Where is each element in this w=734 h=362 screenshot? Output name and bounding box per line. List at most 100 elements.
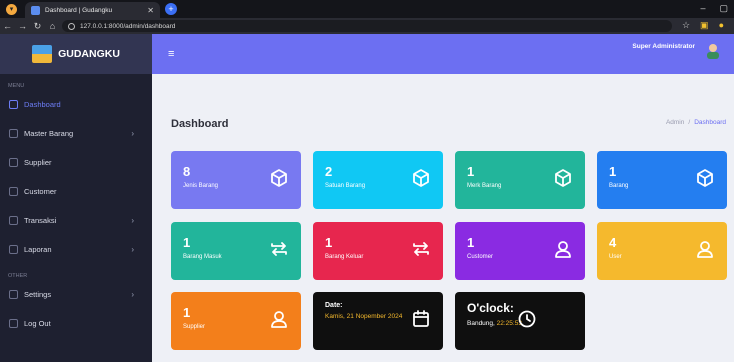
clock-label: O'clock: (467, 301, 514, 315)
user-icon (9, 158, 18, 167)
user-icon (555, 241, 571, 258)
sidebar-item-label: Transaksi (24, 216, 57, 225)
sidebar: GUDANGKU MENU Dashboard Master Barang › … (0, 34, 152, 362)
cube-icon (271, 169, 287, 187)
date-label: Date: (325, 302, 343, 309)
clock-card: O'clock: Bandung, 22:25:53 (455, 292, 585, 350)
browser-profile-icon[interactable]: ▾ (6, 4, 17, 15)
sidebar-item-label: Customer (24, 187, 57, 196)
minimize-icon[interactable]: – (700, 3, 705, 14)
calendar-icon (413, 310, 429, 327)
brand-name: GUDANGKU (58, 48, 120, 60)
sidebar-item-label: Dashboard (24, 100, 61, 109)
report-icon (9, 245, 18, 254)
stat-card-supplier[interactable]: 1 Supplier (171, 292, 301, 350)
address-bar[interactable]: 127.0.0.1:8000/admin/dashboard (62, 20, 672, 32)
stat-label: Supplier (183, 324, 206, 330)
stat-card-barang-masuk[interactable]: 1 Barang Masuk (171, 222, 301, 280)
reload-icon[interactable]: ↻ (30, 21, 45, 32)
browser-tab[interactable]: Dashboard | Gudangku ✕ (25, 2, 160, 18)
user-icon (9, 187, 18, 196)
section-label-other: OTHER (8, 273, 28, 279)
stat-card-merk-barang[interactable]: 1 Merk Barang (455, 151, 585, 209)
swap-icon (9, 216, 18, 225)
sidebar-item-label: Log Out (24, 319, 51, 328)
stat-card-customer[interactable]: 1 Customer (455, 222, 585, 280)
sidebar-item-customer[interactable]: Customer (0, 177, 152, 206)
section-label-menu: MENU (8, 83, 25, 89)
stat-label: Jenis Barang (183, 183, 219, 189)
chevron-right-icon: › (131, 245, 134, 254)
back-icon[interactable]: ← (0, 21, 15, 31)
stat-card-satuan-barang[interactable]: 2 Satuan Barang (313, 151, 443, 209)
stat-card-barang[interactable]: 1 Barang (597, 151, 727, 209)
home-icon (9, 100, 18, 109)
clock-place: Bandung, (467, 320, 497, 327)
page-title: Dashboard (171, 118, 229, 130)
stat-value: 2 (325, 164, 333, 179)
avatar[interactable] (704, 42, 722, 60)
chevron-right-icon: › (131, 129, 134, 138)
sidebar-item-settings[interactable]: Settings › (0, 280, 152, 309)
breadcrumb-admin[interactable]: Admin (666, 119, 684, 126)
browser-chrome: ▾ Dashboard | Gudangku ✕ + – ▢ ← → ↻ ⌂ 1… (0, 0, 734, 34)
cube-icon (413, 169, 429, 187)
tab-strip: ▾ Dashboard | Gudangku ✕ + – ▢ (0, 0, 734, 18)
home-browser-icon[interactable]: ⌂ (45, 21, 60, 31)
clock-location: Bandung, 22:25:53 (467, 320, 522, 327)
gear-icon (9, 290, 18, 299)
sidebar-item-label: Laporan (24, 245, 52, 254)
bookmark-star-icon[interactable]: ☆ (682, 20, 690, 31)
sidebar-item-label: Settings (24, 290, 52, 299)
close-tab-icon[interactable]: ✕ (147, 6, 154, 15)
stat-label: Customer (467, 254, 494, 260)
browser-actions: ☆ ▣ ● (682, 20, 724, 31)
user-icon (697, 241, 713, 258)
account-icon[interactable]: ● (719, 20, 724, 31)
stat-label: Barang (609, 183, 629, 189)
stat-value: 1 (609, 164, 617, 179)
window-controls: – ▢ (700, 3, 728, 14)
stat-card-jenis-barang[interactable]: 8 Jenis Barang (171, 151, 301, 209)
stat-label: Satuan Barang (325, 183, 366, 189)
sidebar-item-master-barang[interactable]: Master Barang › (0, 119, 152, 148)
tab-title: Dashboard | Gudangku (45, 6, 113, 14)
brand[interactable]: GUDANGKU (0, 34, 152, 74)
stat-value: 1 (325, 235, 333, 250)
sidebar-item-logout[interactable]: Log Out (0, 309, 152, 338)
date-card: Date: Kamis, 21 Nopember 2024 (313, 292, 443, 350)
stat-card-barang-keluar[interactable]: 1 Barang Keluar (313, 222, 443, 280)
forward-icon[interactable]: → (15, 21, 30, 31)
sidebar-item-supplier[interactable]: Supplier (0, 148, 152, 177)
breadcrumb: Admin / Dashboard (666, 119, 726, 126)
stat-value: 1 (467, 164, 475, 179)
site-info-icon[interactable] (68, 22, 75, 30)
stat-value: 1 (183, 305, 191, 320)
chevron-right-icon: › (131, 290, 134, 299)
sidebar-item-label: Supplier (24, 158, 52, 167)
cube-icon (697, 169, 713, 187)
breadcrumb-separator: / (688, 119, 691, 126)
date-value: Kamis, 21 Nopember 2024 (325, 313, 403, 320)
header-user-name[interactable]: Super Administrator (632, 43, 695, 50)
stat-value: 1 (183, 235, 191, 250)
stat-card-user[interactable]: 4 User (597, 222, 727, 280)
stat-value: 1 (467, 235, 475, 250)
sidebar-item-laporan[interactable]: Laporan › (0, 235, 152, 264)
warehouse-logo-icon (32, 45, 53, 63)
logout-icon (9, 319, 18, 328)
address-url: 127.0.0.1:8000/admin/dashboard (80, 22, 176, 30)
hamburger-menu-icon[interactable]: ≡ (168, 48, 174, 60)
chevron-right-icon: › (131, 216, 134, 225)
maximize-icon[interactable]: ▢ (719, 3, 728, 14)
stat-label: Barang Keluar (325, 254, 364, 260)
new-tab-icon[interactable]: + (165, 3, 177, 15)
stat-value: 8 (183, 164, 191, 179)
tab-favicon-icon (31, 5, 40, 15)
extension-icon[interactable]: ▣ (700, 20, 709, 31)
top-header: ≡ Super Administrator (152, 34, 734, 74)
browser-navbar: ← → ↻ ⌂ 127.0.0.1:8000/admin/dashboard ☆… (0, 18, 734, 34)
sidebar-item-transaksi[interactable]: Transaksi › (0, 206, 152, 235)
user-icon (271, 311, 287, 328)
sidebar-item-dashboard[interactable]: Dashboard (0, 90, 152, 119)
